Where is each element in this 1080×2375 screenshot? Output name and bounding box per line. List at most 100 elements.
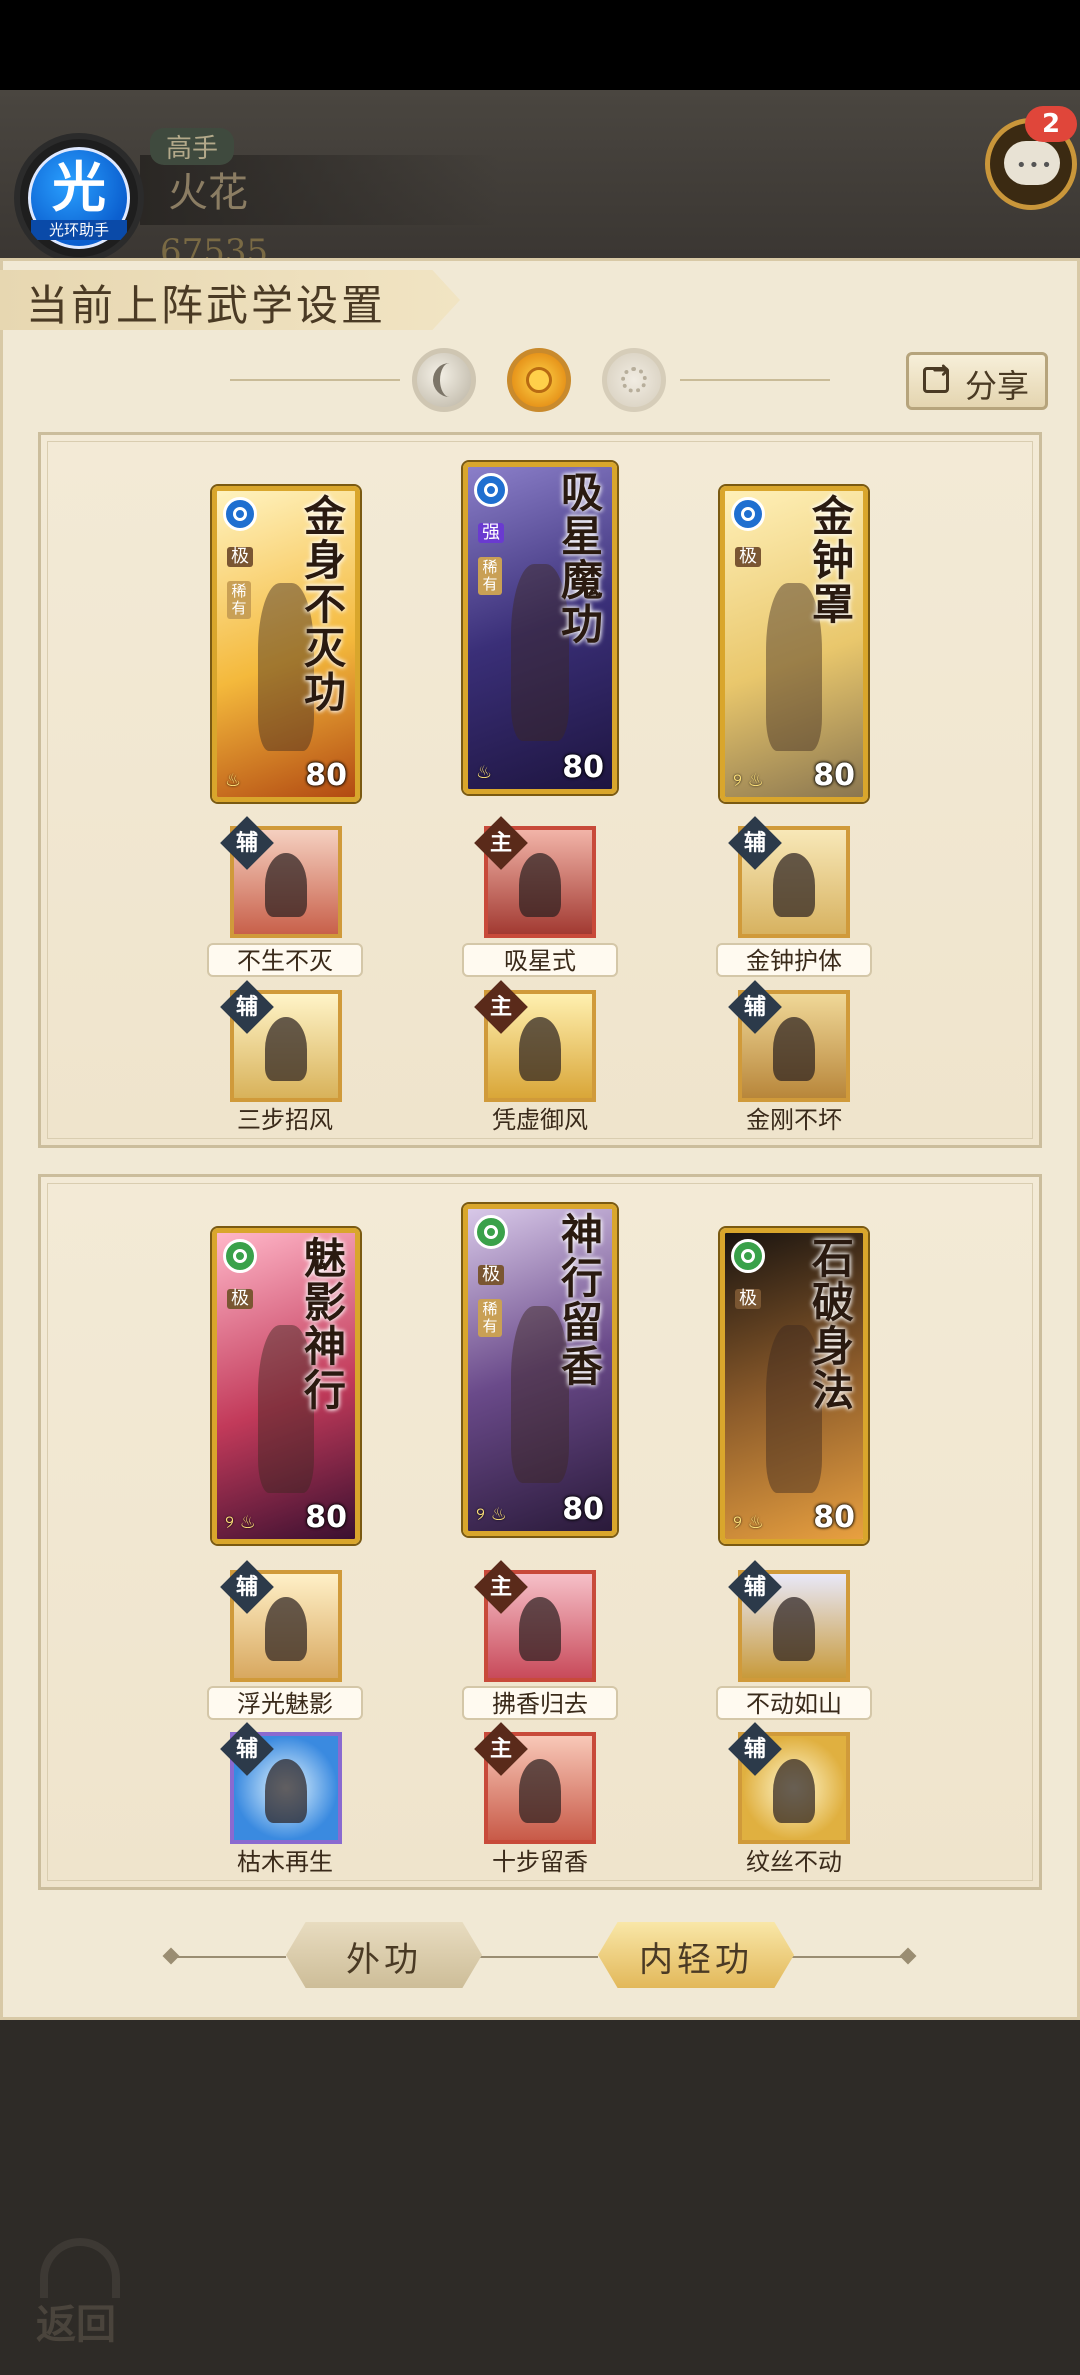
moon-mode-icon[interactable] — [412, 348, 476, 412]
skill-card[interactable]: 极 魅影神行 ୨ ♨ 80 — [212, 1228, 360, 1544]
skill-name: 吸星式 — [462, 943, 618, 977]
skill-icon[interactable]: 辅 — [220, 1722, 342, 1844]
skill-type-label: 主 — [489, 994, 512, 1020]
tab-divider-middle — [480, 1956, 598, 1958]
skill-icon[interactable]: 辅 — [220, 1560, 342, 1682]
player-name: 火花 — [168, 170, 248, 216]
skill-type-label: 辅 — [743, 1574, 766, 1600]
rarity-tag: 稀有 — [478, 557, 502, 595]
tier-label: 极 — [478, 1265, 504, 1285]
tab-outer-label: 外功 — [346, 1940, 422, 1980]
skill-card[interactable]: 极 金钟罩 ୨ ♨ 80 — [720, 486, 868, 802]
element-icon — [474, 473, 508, 507]
element-icon — [731, 1239, 765, 1273]
skill-icon[interactable]: 主 — [474, 1560, 596, 1682]
skill-card[interactable]: 强 稀有 吸星魔功 ♨ 80 — [463, 462, 617, 794]
share-button[interactable]: 分享 — [906, 352, 1048, 410]
skill-type-label: 主 — [489, 1736, 512, 1762]
element-icon — [223, 497, 257, 531]
divider-right — [680, 379, 830, 381]
share-icon — [923, 358, 950, 393]
skill-figure — [773, 852, 815, 918]
skill-name: 三步招风 — [237, 1106, 333, 1134]
skill-figure — [519, 852, 561, 918]
card-name: 神行留香 — [560, 1210, 603, 1391]
avatar[interactable]: 光 光环助手 — [14, 133, 144, 263]
skill-icon[interactable]: 主 — [474, 1722, 596, 1844]
skill-icon[interactable]: 主 — [474, 980, 596, 1102]
share-label: 分享 — [965, 367, 1030, 405]
back-button[interactable]: 返回 — [30, 2238, 140, 2358]
skill-card[interactable]: 极 石破身法 ୨ ♨ 80 — [720, 1228, 868, 1544]
card-icons: ୨ ♨ — [733, 1512, 764, 1533]
skill-icon[interactable]: 辅 — [728, 980, 850, 1102]
skill-figure — [265, 1758, 307, 1824]
skill-name: 十步留香 — [492, 1848, 588, 1876]
skill-icon[interactable]: 辅 — [220, 980, 342, 1102]
skill-type-tag: 辅 — [220, 1560, 274, 1614]
tab-inner-label: 内轻功 — [639, 1940, 753, 1980]
card-icons: ୨ ♨ — [225, 1512, 256, 1533]
skill-icon[interactable]: 辅 — [728, 1560, 850, 1682]
status-bar — [0, 0, 1080, 90]
skill-type-tag: 辅 — [220, 980, 274, 1034]
card-icons: ୨ ♨ — [476, 1504, 507, 1525]
skill-card[interactable]: 极 稀有 金身不灭功 ♨ 80 — [212, 486, 360, 802]
skill-figure — [773, 1758, 815, 1824]
skill-type-label: 辅 — [743, 994, 766, 1020]
skill-name: 枯木再生 — [237, 1848, 333, 1876]
sun-mode-icon[interactable] — [507, 348, 571, 412]
skill-type-label: 主 — [489, 1574, 512, 1600]
tier-label: 极 — [735, 1289, 761, 1309]
card-name: 石破身法 — [811, 1234, 854, 1415]
skill-figure — [519, 1016, 561, 1082]
card-icons: ♨ — [225, 770, 242, 791]
card-level: 80 — [813, 1500, 855, 1535]
divider-left — [230, 379, 400, 381]
tab-outer-skills[interactable]: 外功 — [286, 1922, 482, 1988]
skill-card[interactable]: 极 稀有 神行留香 ୨ ♨ 80 — [463, 1204, 617, 1536]
card-name: 吸星魔功 — [560, 468, 603, 649]
chat-dots: ••• — [1016, 155, 1054, 176]
element-icon — [223, 1239, 257, 1273]
skill-figure — [519, 1596, 561, 1662]
skill-type-tag: 辅 — [728, 1560, 782, 1614]
panel-title: 当前上阵武学设置 — [26, 281, 387, 330]
back-label: 返回 — [36, 2301, 116, 2348]
tier-label: 极 — [227, 547, 253, 567]
card-icons: ♨ — [476, 762, 493, 783]
skill-type-tag: 辅 — [728, 980, 782, 1034]
skill-name: 凭虚御风 — [492, 1106, 588, 1134]
back-arrow-icon — [40, 2238, 120, 2298]
skill-icon[interactable]: 辅 — [728, 816, 850, 938]
avatar-logo: 光 光环助手 — [28, 147, 130, 249]
skill-icon[interactable]: 主 — [474, 816, 596, 938]
tab-divider-left — [176, 1956, 286, 1958]
skill-type-tag: 主 — [474, 816, 528, 870]
card-level: 80 — [305, 1500, 347, 1535]
skill-figure — [519, 1758, 561, 1824]
ring-mode-icon[interactable] — [602, 348, 666, 412]
card-level: 80 — [305, 758, 347, 793]
skill-type-label: 辅 — [235, 994, 258, 1020]
tab-inner-skills[interactable]: 内轻功 — [598, 1922, 794, 1988]
skill-icon[interactable]: 辅 — [220, 816, 342, 938]
bottom-area — [0, 2020, 1080, 2375]
skill-type-tag: 辅 — [220, 1722, 274, 1776]
skill-figure — [265, 852, 307, 918]
skill-type-tag: 主 — [474, 1722, 528, 1776]
skill-type-tag: 主 — [474, 1560, 528, 1614]
tier-label: 极 — [735, 547, 761, 567]
tier-label: 强 — [478, 523, 504, 543]
skill-icon[interactable]: 辅 — [728, 1722, 850, 1844]
skill-figure — [265, 1596, 307, 1662]
skill-name: 不生不灭 — [207, 943, 363, 977]
card-icons: ୨ ♨ — [733, 770, 764, 791]
skill-name: 金钟护体 — [716, 943, 872, 977]
skill-type-label: 辅 — [235, 1736, 258, 1762]
tab-divider-right — [792, 1956, 902, 1958]
avatar-label: 光环助手 — [31, 220, 127, 240]
skill-type-tag: 辅 — [220, 816, 274, 870]
card-name: 魅影神行 — [303, 1234, 346, 1415]
rarity-tag: 稀有 — [227, 581, 251, 619]
